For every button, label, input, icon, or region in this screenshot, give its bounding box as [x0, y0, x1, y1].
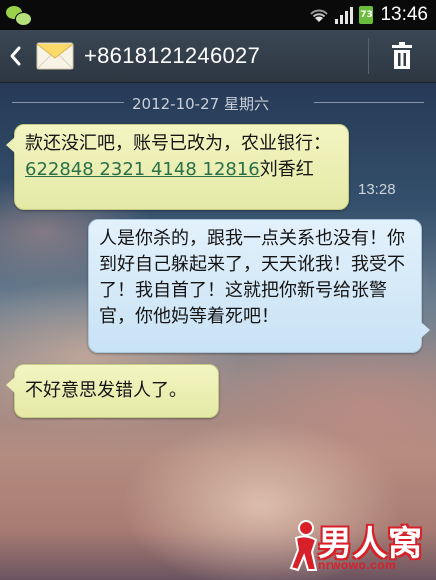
message-text: 不好意思发错人了。	[25, 380, 187, 401]
wechat-notification-icon	[6, 4, 32, 26]
header-divider	[368, 38, 369, 74]
message-text: 款还没汇吧，账号已改为，农业银行：	[25, 133, 331, 154]
message-text-suffix: 刘香红	[259, 159, 314, 180]
battery-icon: 73	[359, 6, 374, 24]
conversation-header: +8618121246027	[0, 30, 436, 83]
trash-icon[interactable]	[389, 42, 415, 70]
incoming-message-2[interactable]: 不好意思发错人了。	[6, 364, 219, 418]
signal-strength-icon	[335, 7, 354, 24]
back-arrow-icon[interactable]	[8, 44, 22, 68]
outgoing-message-1[interactable]: 人是你杀的，跟我一点关系也没有！你到好自己躲起来了，天天讹我！我受不了！我自首了…	[88, 219, 430, 353]
watermark-url: nrwowo.com	[318, 558, 397, 572]
message-timestamp: 13:28	[358, 181, 396, 198]
battery-level: 73	[360, 10, 373, 20]
wifi-icon	[310, 9, 329, 22]
watermark-figure-icon	[289, 520, 318, 572]
date-divider-label: 2012-10-27 星期六	[132, 95, 269, 113]
status-bar: 73 13:46	[0, 0, 436, 30]
account-number-link[interactable]: 622848 2321 4148 12816	[25, 159, 260, 180]
site-watermark: 男人窝 nrwowo.com	[288, 516, 430, 576]
contact-number: +8618121246027	[84, 43, 261, 68]
date-divider: 2012-10-27 星期六	[0, 88, 436, 118]
incoming-message-1[interactable]: 款还没汇吧，账号已改为，农业银行： 622848 2321 4148 12816刘…	[6, 124, 349, 210]
message-text: 人是你杀的，跟我一点关系也没有！你到好自己躲起来了，天天讹我！我受不了！我自首了…	[99, 228, 405, 327]
envelope-icon	[36, 42, 74, 70]
status-clock: 13:46	[380, 4, 428, 25]
